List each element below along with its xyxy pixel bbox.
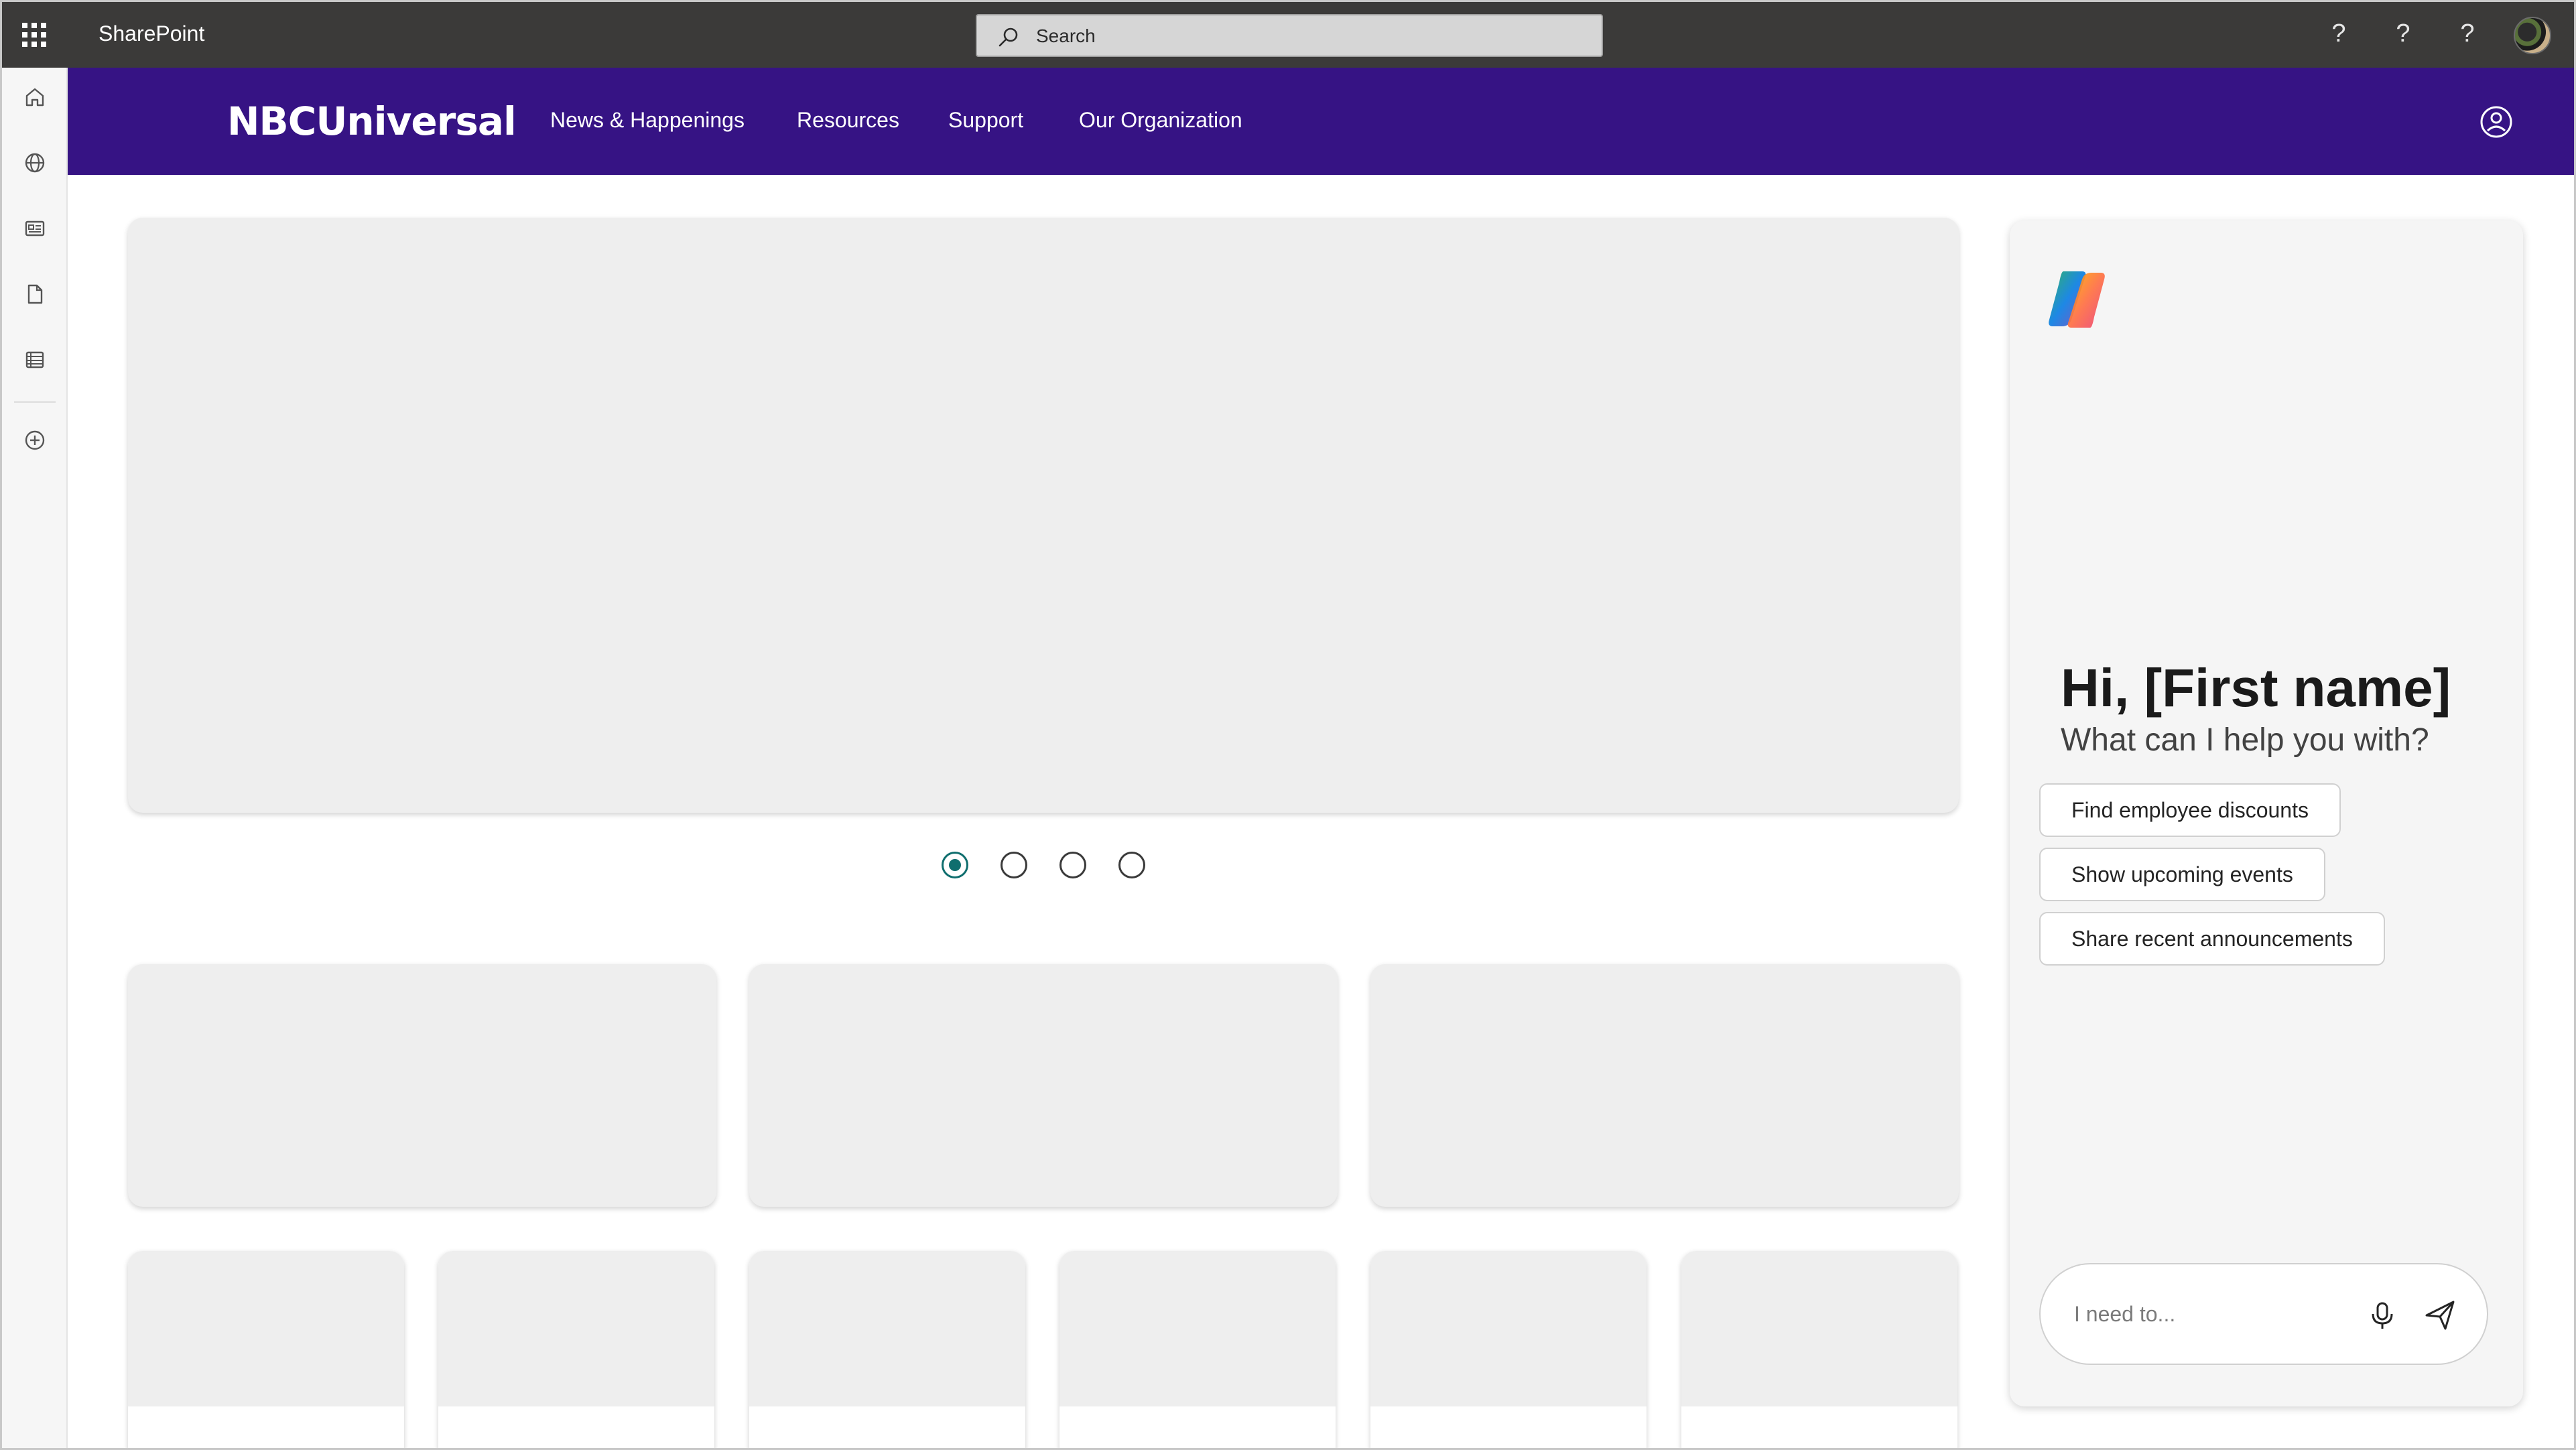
document-icon[interactable]: [21, 281, 48, 308]
carousel-dot-1[interactable]: [942, 852, 968, 878]
avatar[interactable]: [2514, 17, 2551, 54]
copilot-panel: Hi, [First name] What can I help you wit…: [2010, 220, 2523, 1406]
search-box[interactable]: Search: [976, 14, 1603, 57]
help-icon[interactable]: ?: [2322, 17, 2356, 50]
search-placeholder: Search: [1036, 25, 1096, 46]
content-card[interactable]: [128, 964, 716, 1207]
suggestion-find-discounts[interactable]: Find employee discounts: [2039, 783, 2341, 837]
nav-link-resources[interactable]: Resources: [797, 107, 899, 133]
help-icon[interactable]: ?: [2386, 17, 2420, 50]
carousel-dot-3[interactable]: [1059, 852, 1086, 878]
app-name[interactable]: SharePoint: [99, 20, 204, 47]
tile-card[interactable]: [438, 1251, 714, 1448]
copilot-greeting: Hi, [First name]: [2061, 658, 2451, 718]
tile-image: [749, 1251, 1025, 1406]
tile-card[interactable]: [1370, 1251, 1647, 1448]
waffle-icon[interactable]: [22, 23, 46, 47]
send-icon[interactable]: [2421, 1297, 2459, 1334]
tile-image: [1370, 1251, 1647, 1406]
help-icon[interactable]: ?: [2451, 17, 2484, 50]
nav-link-organization[interactable]: Our Organization: [1079, 107, 1242, 133]
news-icon[interactable]: [21, 215, 48, 242]
tile-image: [128, 1251, 404, 1406]
home-icon[interactable]: [21, 84, 48, 111]
suite-bar: SharePoint Search ? ? ?: [2, 2, 2574, 68]
nav-link-support[interactable]: Support: [948, 107, 1023, 133]
copilot-logo-icon: [2049, 271, 2105, 328]
left-rail: [2, 68, 68, 1448]
person-circle-icon[interactable]: [2477, 103, 2515, 141]
microphone-icon[interactable]: [2365, 1298, 2400, 1333]
search-icon: [999, 27, 1018, 47]
tile-image: [438, 1251, 714, 1406]
tile-card[interactable]: [1681, 1251, 1957, 1448]
copilot-subgreeting: What can I help you with?: [2061, 722, 2429, 758]
tile-card[interactable]: [749, 1251, 1025, 1448]
globe-icon[interactable]: [21, 149, 48, 176]
suggestion-recent-announcements[interactable]: Share recent announcements: [2039, 912, 2385, 966]
hero-carousel[interactable]: [128, 218, 1959, 813]
list-icon[interactable]: [21, 346, 48, 373]
tile-card[interactable]: [128, 1251, 404, 1448]
rail-divider: [14, 401, 56, 403]
nav-link-news[interactable]: News & Happenings: [550, 107, 745, 133]
copilot-input[interactable]: [2074, 1295, 2362, 1333]
copilot-composer: [2039, 1263, 2488, 1365]
tile-card[interactable]: [1059, 1251, 1336, 1448]
carousel-dot-2[interactable]: [1001, 852, 1027, 878]
carousel-dot-4[interactable]: [1118, 852, 1145, 878]
suggestion-upcoming-events[interactable]: Show upcoming events: [2039, 848, 2325, 901]
content-card[interactable]: [1370, 964, 1959, 1207]
add-circle-icon[interactable]: [21, 427, 48, 454]
tile-image: [1059, 1251, 1336, 1406]
content-card[interactable]: [749, 964, 1338, 1207]
tile-image: [1681, 1251, 1957, 1406]
site-logo[interactable]: NBCUniversal: [227, 98, 517, 144]
sharepoint-window: SharePoint Search ? ? ? NBCUniversal New…: [0, 0, 2576, 1450]
hub-navigation: NBCUniversal News & Happenings Resources…: [68, 68, 2574, 175]
